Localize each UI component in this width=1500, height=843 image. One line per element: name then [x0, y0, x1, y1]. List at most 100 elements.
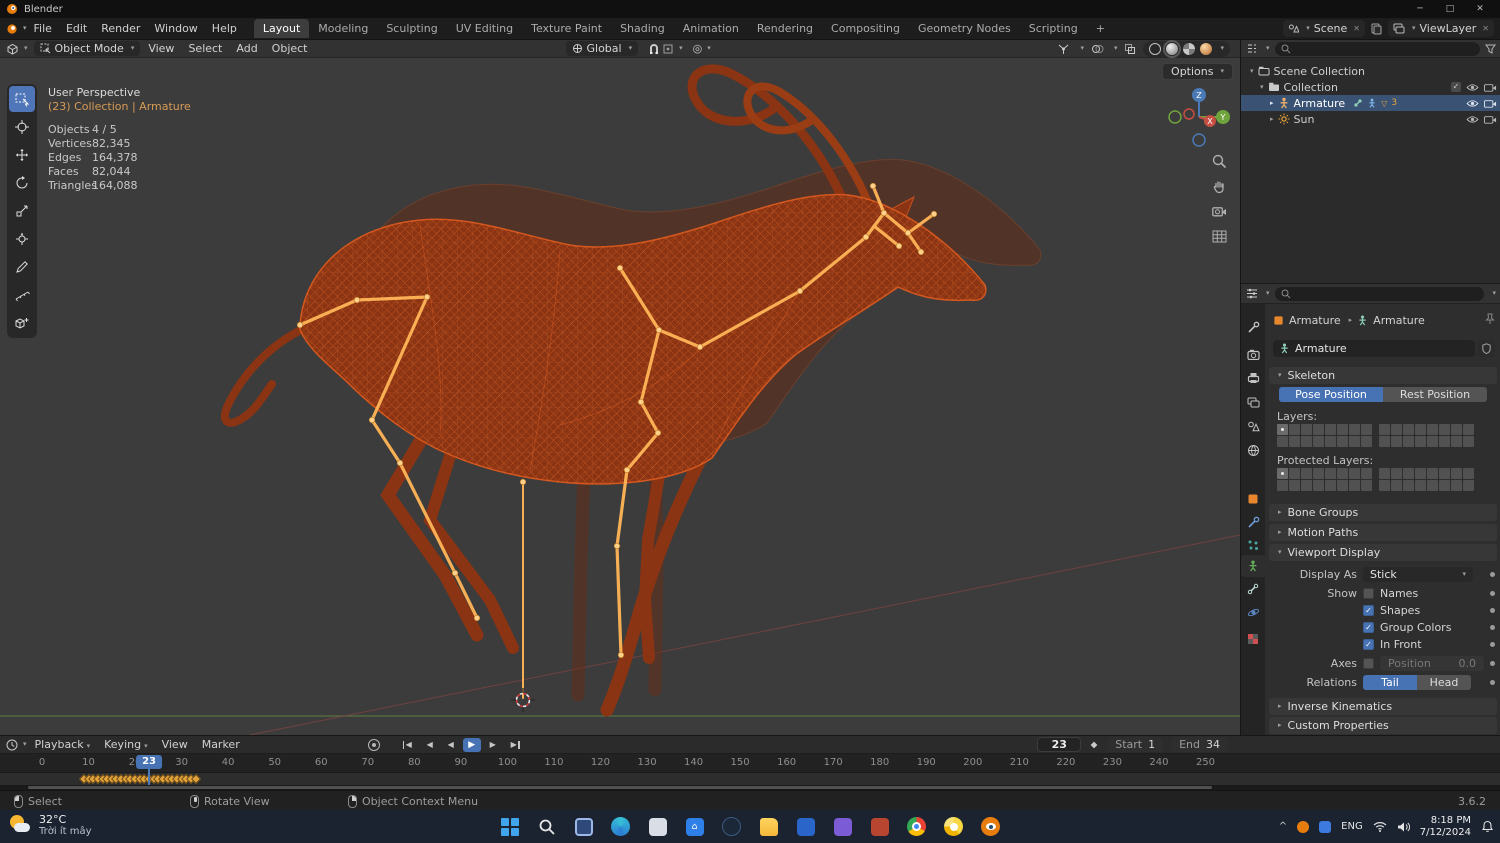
layer-toggle[interactable] — [1427, 480, 1438, 491]
tab-uv-editing[interactable]: UV Editing — [447, 19, 522, 38]
expand-icon[interactable]: ▾ — [1260, 83, 1264, 91]
armature-name-value[interactable]: Armature — [1295, 342, 1347, 355]
layer-toggle[interactable] — [1313, 424, 1324, 435]
breadcrumb-object[interactable]: Armature — [1289, 314, 1341, 327]
layer-toggle[interactable] — [1463, 436, 1474, 447]
task-view-icon[interactable] — [572, 815, 596, 839]
hide-eye-icon[interactable] — [1466, 83, 1479, 92]
hide-eye-icon[interactable] — [1466, 99, 1479, 108]
frame-start-field[interactable]: Start 1 — [1107, 737, 1164, 752]
layer-toggle[interactable] — [1349, 436, 1360, 447]
layer-toggle[interactable] — [1451, 436, 1462, 447]
layer-toggle[interactable] — [1313, 480, 1324, 491]
tool-move[interactable] — [9, 142, 35, 168]
outliner-row-collection[interactable]: ▾ Collection ✓ — [1241, 79, 1500, 95]
shading-material-icon[interactable] — [1183, 42, 1196, 55]
tray-expand-icon[interactable]: ^ — [1279, 821, 1287, 832]
timeline-editor-chevron-icon[interactable]: ▾ — [23, 741, 27, 748]
outliner-editor-chevron-icon[interactable]: ▾ — [1266, 45, 1270, 52]
tab-object-data-armature[interactable] — [1241, 555, 1265, 577]
layer-toggle[interactable] — [1463, 424, 1474, 435]
tab-bone[interactable] — [1241, 578, 1265, 600]
layer-toggle[interactable] — [1325, 436, 1336, 447]
jump-to-end-button[interactable]: ▶ — [505, 738, 523, 752]
properties-filter-chevron-icon[interactable]: ▾ — [1492, 290, 1496, 297]
tab-layout[interactable]: Layout — [253, 19, 310, 38]
app-red-icon[interactable] — [868, 815, 892, 839]
tab-rendering[interactable]: Rendering — [748, 19, 822, 38]
animate-dot[interactable] — [1490, 607, 1495, 613]
timeline-track-area[interactable]: 0102030405060708090100110120130140150160… — [0, 754, 1500, 785]
shapes-checkbox[interactable]: ✓ — [1363, 604, 1374, 616]
layer-toggle[interactable] — [1439, 424, 1450, 435]
layer-toggle[interactable] — [1451, 468, 1462, 479]
steam-icon[interactable] — [720, 815, 744, 839]
layer-toggle[interactable] — [1463, 468, 1474, 479]
blender-menu-chevron-icon[interactable]: ▾ — [23, 25, 27, 32]
shading-solid-icon[interactable] — [1163, 39, 1182, 58]
viewport-menu-select[interactable]: Select — [182, 42, 228, 55]
xray-toggle-icon[interactable] — [1124, 43, 1136, 55]
layer-toggle[interactable] — [1415, 480, 1426, 491]
snap-target-icon[interactable] — [662, 43, 674, 55]
blender-app-icon[interactable] — [979, 815, 1003, 839]
properties-editor-icon[interactable] — [1246, 288, 1258, 299]
layer-toggle[interactable] — [1403, 468, 1414, 479]
animate-dot[interactable] — [1490, 624, 1495, 630]
timeline-ruler[interactable]: 0102030405060708090100110120130140150160… — [0, 754, 1500, 773]
pan-hand-icon[interactable] — [1210, 177, 1228, 195]
outliner-search-input[interactable] — [1274, 41, 1480, 56]
frame-end-field[interactable]: End 34 — [1171, 737, 1228, 752]
panel-header-viewport-display[interactable]: ▾ Viewport Display — [1269, 544, 1497, 561]
navigation-gizmo[interactable]: Z Y X — [1167, 85, 1231, 152]
layer-toggle[interactable] — [1361, 468, 1372, 479]
properties-editor-chevron-icon[interactable]: ▾ — [1266, 290, 1270, 297]
layer-toggle[interactable] — [1391, 480, 1402, 491]
tab-sculpting[interactable]: Sculpting — [377, 19, 446, 38]
playhead-badge[interactable]: 23 — [136, 755, 162, 769]
viewport-menu-add[interactable]: Add — [230, 42, 263, 55]
scene-unlink-icon[interactable]: ✕ — [1353, 24, 1360, 33]
layer-toggle[interactable] — [1349, 480, 1360, 491]
editor-type-chevron-icon[interactable]: ▾ — [24, 45, 28, 52]
tab-particles[interactable] — [1241, 534, 1265, 556]
names-checkbox[interactable] — [1363, 587, 1374, 599]
file-explorer-icon[interactable] — [757, 815, 781, 839]
animate-dot[interactable] — [1490, 641, 1495, 647]
outliner-label[interactable]: Collection — [1284, 81, 1338, 94]
armature-name-field[interactable]: Armature — [1273, 340, 1475, 357]
timeline-scrollbar-thumb[interactable] — [28, 786, 1212, 789]
tool-scale[interactable] — [9, 198, 35, 224]
play-button[interactable]: ▶ — [462, 737, 481, 752]
expand-icon[interactable]: ▾ — [1250, 67, 1254, 75]
shading-rendered-icon[interactable] — [1200, 42, 1213, 55]
editor-type-icon[interactable] — [6, 43, 19, 55]
timeline-menu-keying[interactable]: Keying ▾ — [98, 738, 153, 751]
viewport-menu-object[interactable]: Object — [266, 42, 314, 55]
tab-scene[interactable] — [1241, 415, 1265, 437]
timeline-keyframes[interactable] — [0, 773, 1500, 785]
layer-toggle[interactable] — [1325, 424, 1336, 435]
tool-measure[interactable] — [9, 282, 35, 308]
layer-toggle[interactable] — [1361, 480, 1372, 491]
proportional-edit-icon[interactable]: ◎ — [693, 42, 703, 55]
layer-toggle[interactable] — [1313, 436, 1324, 447]
layer-toggle[interactable] — [1403, 480, 1414, 491]
layer-toggle[interactable] — [1415, 436, 1426, 447]
tab-world[interactable] — [1241, 439, 1265, 461]
layer-toggle[interactable] — [1349, 424, 1360, 435]
layer-toggle[interactable] — [1289, 468, 1300, 479]
search-icon[interactable] — [535, 815, 559, 839]
start-button[interactable] — [498, 815, 522, 839]
new-scene-icon[interactable] — [1371, 23, 1382, 35]
toggle-ortho-grid-icon[interactable] — [1210, 227, 1228, 245]
tab-physics[interactable] — [1241, 601, 1265, 623]
timeline-menu-marker[interactable]: Marker — [196, 738, 246, 751]
layer-toggle[interactable] — [1415, 424, 1426, 435]
jump-to-start-button[interactable]: ◀ — [400, 738, 418, 752]
timeline-menu-view[interactable]: View — [156, 738, 194, 751]
tail-button[interactable]: Tail — [1363, 674, 1417, 690]
tool-annotate[interactable] — [9, 254, 35, 280]
show-overlays-icon[interactable] — [1091, 43, 1104, 55]
outliner-editor-icon[interactable] — [1246, 43, 1258, 54]
